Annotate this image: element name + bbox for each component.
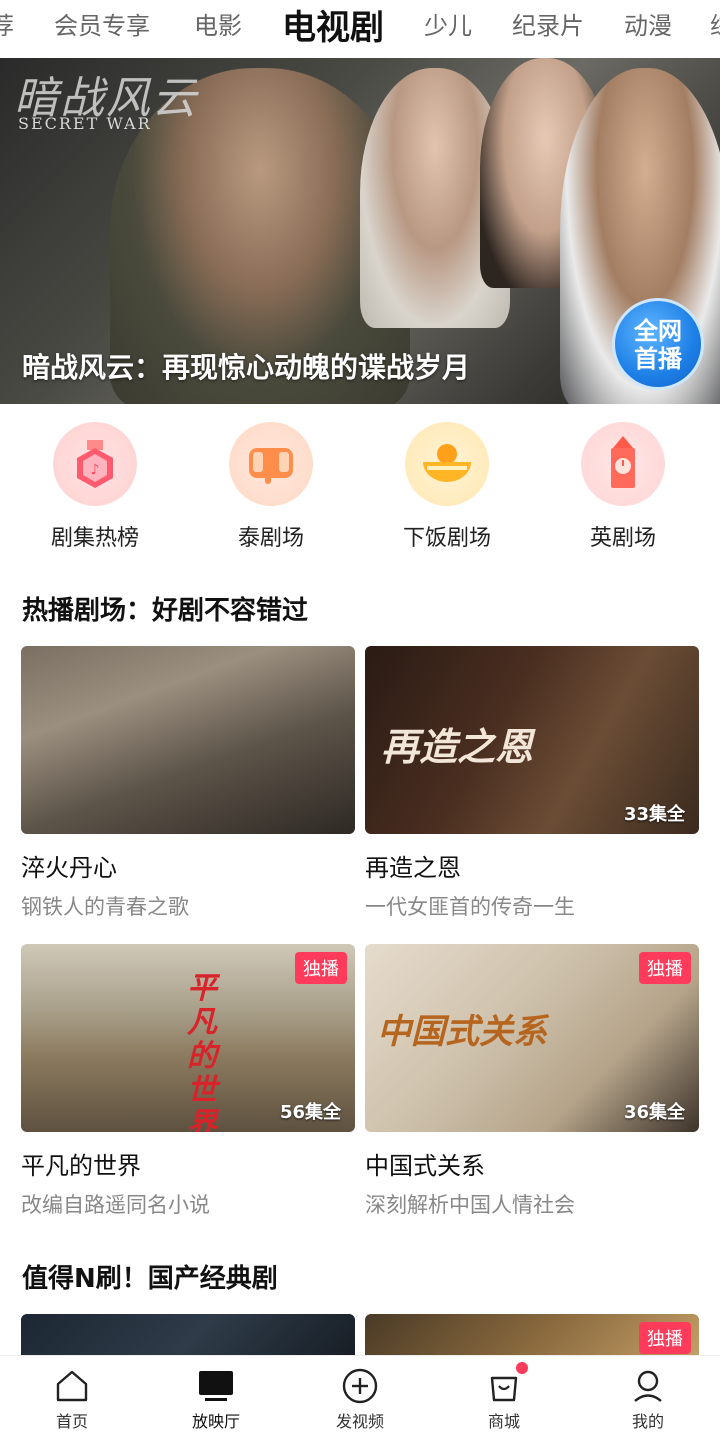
plus-circle-icon <box>310 1366 410 1406</box>
notification-dot <box>516 1362 528 1374</box>
elephant-icon <box>229 422 313 506</box>
episode-count: 56集全 <box>279 1102 341 1123</box>
tab-anime[interactable]: 动漫 <box>624 6 672 41</box>
exclusive-badge: 独播 <box>639 1322 691 1354</box>
quick-link-hot-chart[interactable]: ♪ 剧集热榜 <box>20 422 170 552</box>
medal-icon: ♪ <box>53 422 137 506</box>
drama-title: 再造之恩 <box>365 854 461 882</box>
nav-profile[interactable]: 我的 <box>598 1366 698 1432</box>
quick-link-british-theater[interactable]: 英剧场 <box>548 422 698 552</box>
profile-icon <box>598 1366 698 1406</box>
section-title-classic: 值得N刷！国产经典剧 <box>22 1264 278 1294</box>
drama-card[interactable]: 中国式关系 独播 36集全 中国式关系 深刻解析中国人情社会 <box>365 944 699 1219</box>
nav-theater[interactable]: 放映厅 <box>166 1366 266 1432</box>
bottom-navigation: 首页 放映厅 发视频 商城 我的 <box>0 1355 720 1439</box>
premiere-badge-line2: 首播 <box>634 345 682 373</box>
banner-logo-en: SECRET WAR <box>18 114 152 133</box>
tab-tv-series[interactable]: 电视剧 <box>282 0 384 49</box>
quick-link-label: 泰剧场 <box>237 526 304 551</box>
drama-subtitle: 改编自路遥同名小说 <box>21 1193 210 1217</box>
nav-label: 商城 <box>487 1412 520 1431</box>
thumbnail-title-art: 平凡的世界 <box>187 971 217 1133</box>
episode-count: 33集全 <box>623 804 685 825</box>
nav-label: 首页 <box>55 1412 88 1431</box>
tab-recommend[interactable]: 荐 <box>0 6 14 41</box>
thumbnail-title-art: 中国式关系 <box>377 1012 547 1052</box>
drama-thumbnail <box>21 646 355 834</box>
drama-title: 淬火丹心 <box>21 854 117 882</box>
tab-vip[interactable]: 会员专享 <box>54 6 150 41</box>
nav-post-video[interactable]: 发视频 <box>310 1366 410 1432</box>
nav-mall[interactable]: 商城 <box>454 1362 554 1432</box>
drama-thumbnail: 平凡的世界 独播 56集全 <box>21 944 355 1132</box>
big-ben-icon <box>581 422 665 506</box>
drama-subtitle: 深刻解析中国人情社会 <box>365 1193 575 1217</box>
drama-title: 中国式关系 <box>365 1152 485 1180</box>
tv-icon <box>166 1366 266 1406</box>
quick-links: ♪ 剧集热榜 泰剧场 下饭剧场 英剧场 <box>0 404 720 554</box>
quick-link-label: 剧集热榜 <box>50 526 139 551</box>
home-icon <box>22 1366 122 1406</box>
tab-documentary[interactable]: 纪录片 <box>512 6 584 41</box>
exclusive-badge: 独播 <box>295 952 347 984</box>
banner-poster-logo: 暗战风云 SECRET WAR <box>14 62 198 133</box>
section-title-hot: 热播剧场：好剧不容错过 <box>22 596 309 626</box>
quick-link-meal-theater[interactable]: 下饭剧场 <box>372 422 522 552</box>
drama-card[interactable]: 再造之恩 33集全 再造之恩 一代女匪首的传奇一生 <box>365 646 699 921</box>
thumbnail-title-art: 再造之恩 <box>381 724 534 769</box>
drama-card[interactable]: 淬火丹心 钢铁人的青春之歌 <box>21 646 355 921</box>
tab-kids[interactable]: 少儿 <box>424 6 472 41</box>
svg-text:♪: ♪ <box>91 462 100 478</box>
shopping-bag-icon <box>454 1362 554 1406</box>
nav-label: 发视频 <box>335 1412 384 1431</box>
nav-home[interactable]: 首页 <box>22 1366 122 1432</box>
drama-subtitle: 一代女匪首的传奇一生 <box>365 895 575 919</box>
hero-banner[interactable]: 暗战风云 SECRET WAR 全网 首播 暗战风云：再现惊心动魄的谍战岁月 <box>0 58 720 404</box>
drama-thumbnail: 中国式关系 独播 36集全 <box>365 944 699 1132</box>
drama-thumbnail: 再造之恩 33集全 <box>365 646 699 834</box>
nav-label: 我的 <box>631 1412 664 1431</box>
drama-subtitle: 钢铁人的青春之歌 <box>21 895 189 919</box>
banner-caption: 暗战风云：再现惊心动魄的谍战岁月 <box>22 351 471 384</box>
quick-link-label: 英剧场 <box>589 526 656 551</box>
tab-variety[interactable]: 综 <box>710 6 720 41</box>
premiere-badge-line1: 全网 <box>634 317 682 345</box>
episode-count: 36集全 <box>623 1102 685 1123</box>
category-tab-bar: 荐 会员专享 电影 电视剧 少儿 纪录片 动漫 综 <box>0 0 720 58</box>
tab-movie[interactable]: 电影 <box>194 6 242 41</box>
food-bowl-icon <box>405 422 489 506</box>
exclusive-badge: 独播 <box>639 952 691 984</box>
drama-title: 平凡的世界 <box>21 1152 141 1180</box>
quick-link-label: 下饭剧场 <box>402 526 491 551</box>
drama-card[interactable]: 平凡的世界 独播 56集全 平凡的世界 改编自路遥同名小说 <box>21 944 355 1219</box>
quick-link-thai-theater[interactable]: 泰剧场 <box>196 422 346 552</box>
nav-label: 放映厅 <box>191 1412 240 1431</box>
premiere-badge: 全网 首播 <box>612 298 704 390</box>
